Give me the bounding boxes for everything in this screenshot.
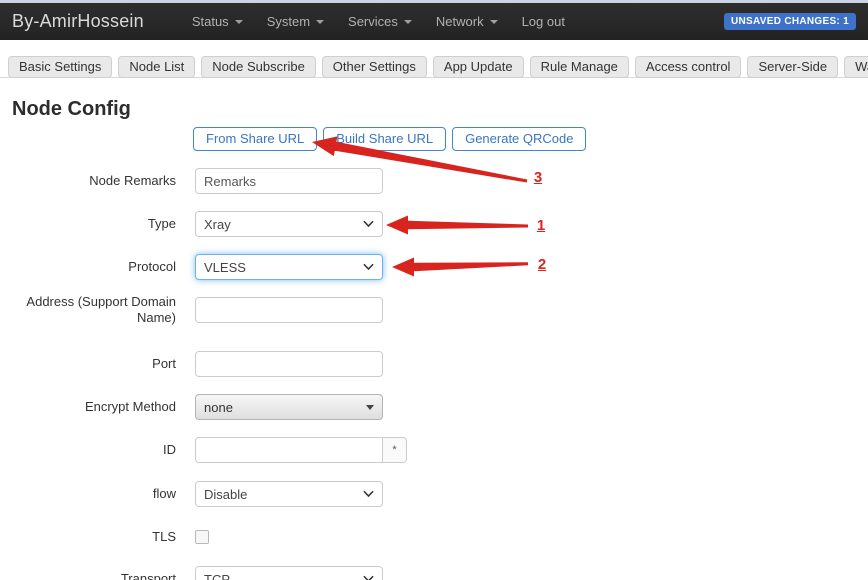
type-select[interactable]: Xray <box>195 211 383 237</box>
chevron-down-icon <box>235 20 243 24</box>
chevron-down-icon <box>490 20 498 24</box>
encrypt-method-label: Encrypt Method <box>0 394 176 420</box>
port-input[interactable] <box>195 351 383 377</box>
form-row-address: Address (Support Domain Name) <box>0 289 383 331</box>
annotation-number-2: 2 <box>534 256 550 273</box>
nav-item-services[interactable]: Services <box>348 14 412 29</box>
form-row-node-remarks: Node Remarks <box>0 168 383 194</box>
port-label: Port <box>0 351 176 377</box>
form-row-port: Port <box>0 351 383 377</box>
nav-item-label: Network <box>436 14 484 29</box>
dropdown-triangle-icon <box>366 405 374 410</box>
nav-item-label: Status <box>192 14 229 29</box>
tab-basic-settings[interactable]: Basic Settings <box>8 56 112 78</box>
nav-item-system[interactable]: System <box>267 14 324 29</box>
protocol-label: Protocol <box>0 254 176 280</box>
tab-access-control[interactable]: Access control <box>635 56 742 78</box>
nav-item-status[interactable]: Status <box>192 14 243 29</box>
annotation-number-3: 3 <box>530 169 546 186</box>
brand-title: By-AmirHossein <box>12 11 144 32</box>
transport-select-value: TCP <box>204 572 230 580</box>
top-navbar: By-AmirHossein Status System Services Ne… <box>0 3 868 40</box>
id-label: ID <box>0 437 176 463</box>
from-share-url-button[interactable]: From Share URL <box>193 127 317 151</box>
nav-item-label: System <box>267 14 310 29</box>
generate-qrcode-button[interactable]: Generate QRCode <box>452 127 586 151</box>
protocol-select-value: VLESS <box>204 260 246 275</box>
transport-select[interactable]: TCP <box>195 566 383 580</box>
chevron-down-icon <box>404 20 412 24</box>
required-asterisk-addon: * <box>383 437 407 463</box>
flow-label: flow <box>0 481 176 507</box>
tls-checkbox[interactable] <box>195 530 209 544</box>
settings-tab-bar: Basic Settings Node List Node Subscribe … <box>0 56 868 78</box>
arrow-1-to-type-select <box>386 216 528 235</box>
logout-link[interactable]: Log out <box>522 14 565 29</box>
unsaved-changes-badge: UNSAVED CHANGES: 1 <box>724 13 856 30</box>
form-row-id: ID * <box>0 437 407 463</box>
chevron-down-icon <box>363 220 374 228</box>
form-row-flow: flow Disable <box>0 481 383 507</box>
nav-item-label: Services <box>348 14 398 29</box>
page-title: Node Config <box>12 98 131 121</box>
arrow-2-to-protocol-select <box>392 258 528 277</box>
form-row-encrypt-method: Encrypt Method none <box>0 394 383 420</box>
form-row-tls: TLS <box>0 529 209 544</box>
encrypt-method-select-value: none <box>204 400 233 415</box>
address-label: Address (Support Domain Name) <box>0 289 176 331</box>
annotation-number-1: 1 <box>533 217 549 234</box>
id-input[interactable] <box>195 437 383 463</box>
type-select-value: Xray <box>204 217 231 232</box>
transport-label: Transport <box>0 566 176 580</box>
share-actions: From Share URL Build Share URL Generate … <box>193 127 586 151</box>
tab-node-list[interactable]: Node List <box>118 56 195 78</box>
chevron-down-icon <box>363 263 374 271</box>
address-input[interactable] <box>195 297 383 323</box>
chevron-down-icon <box>363 490 374 498</box>
chevron-down-icon <box>316 20 324 24</box>
tab-node-subscribe[interactable]: Node Subscribe <box>201 56 316 78</box>
tab-app-update[interactable]: App Update <box>433 56 524 78</box>
flow-select-value: Disable <box>204 487 247 502</box>
form-row-type: Type Xray <box>0 211 383 237</box>
protocol-select[interactable]: VLESS <box>195 254 383 280</box>
tab-watch-logs[interactable]: Watch Logs <box>844 56 868 78</box>
chevron-down-icon <box>363 575 374 580</box>
build-share-url-button[interactable]: Build Share URL <box>323 127 446 151</box>
node-remarks-input[interactable] <box>195 168 383 194</box>
nav-item-network[interactable]: Network <box>436 14 498 29</box>
type-label: Type <box>0 211 176 237</box>
tab-rule-manage[interactable]: Rule Manage <box>530 56 629 78</box>
form-row-transport: Transport TCP <box>0 566 383 580</box>
encrypt-method-select[interactable]: none <box>195 394 383 420</box>
flow-select[interactable]: Disable <box>195 481 383 507</box>
node-remarks-label: Node Remarks <box>0 168 176 194</box>
node-config-page: By-AmirHossein Status System Services Ne… <box>0 0 868 580</box>
tab-other-settings[interactable]: Other Settings <box>322 56 427 78</box>
tls-label: TLS <box>0 529 176 544</box>
tab-server-side[interactable]: Server-Side <box>747 56 838 78</box>
form-row-protocol: Protocol VLESS <box>0 254 383 280</box>
